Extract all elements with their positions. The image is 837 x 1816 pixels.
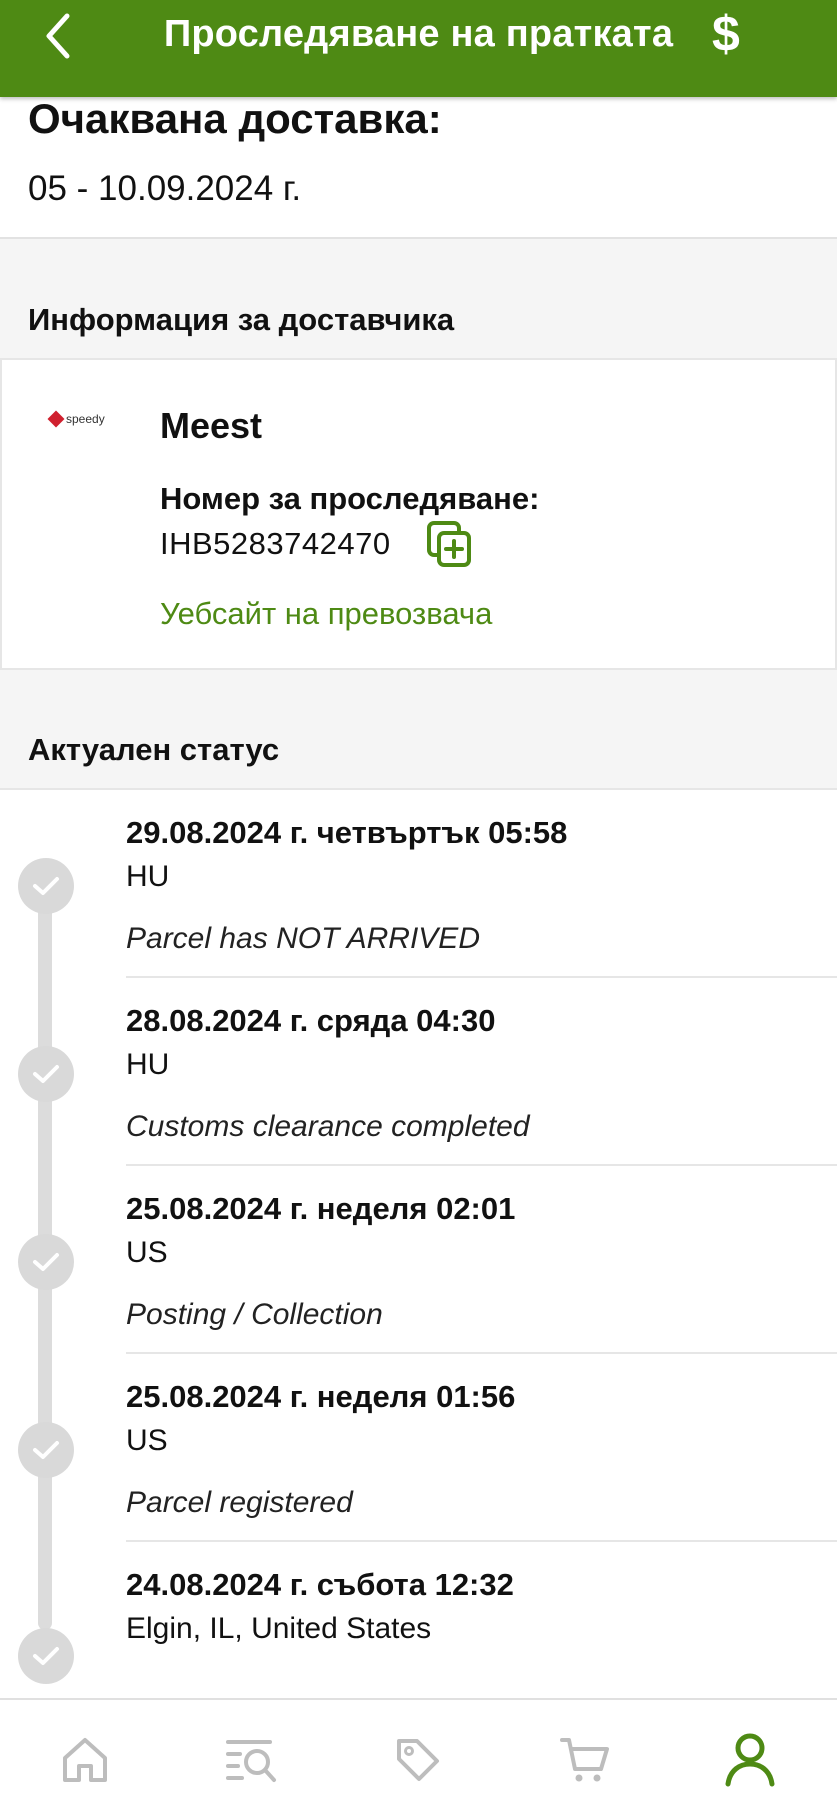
search-list-icon	[226, 1740, 276, 1782]
carrier-logo: speedy	[47, 410, 105, 428]
tracking-number-label: Номер за проследяване:	[160, 481, 540, 516]
timeline-event: 29.08.2024 г. четвъртък 05:58 HU Parcel …	[0, 790, 837, 978]
carrier-section-title: Информация за доставчика	[28, 302, 455, 337]
event-date: 28.08.2024 г. сряда 04:30	[126, 1003, 496, 1038]
carrier-logo-text: speedy	[66, 412, 105, 426]
event-location: HU	[126, 1048, 170, 1081]
copy-button[interactable]	[426, 520, 474, 570]
copy-icon	[427, 521, 471, 567]
event-date: 24.08.2024 г. събота 12:32	[126, 1567, 514, 1602]
timeline-event: 24.08.2024 г. събота 12:32 Elgin, IL, Un…	[0, 1542, 837, 1692]
event-location: US	[126, 1236, 168, 1269]
timeline-event: 28.08.2024 г. сряда 04:30 HU Customs cle…	[0, 978, 837, 1166]
tag-icon	[397, 1739, 439, 1781]
check-icon	[18, 858, 74, 914]
event-date: 29.08.2024 г. четвъртък 05:58	[126, 815, 568, 850]
event-description: Parcel has NOT ARRIVED	[126, 922, 480, 955]
check-icon	[18, 1234, 74, 1290]
nav-cart[interactable]	[555, 1730, 615, 1790]
nav-profile[interactable]	[720, 1730, 780, 1790]
event-description: Parcel registered	[126, 1486, 353, 1519]
home-icon	[63, 1738, 107, 1782]
status-timeline: 29.08.2024 г. четвъртък 05:58 HU Parcel …	[0, 788, 837, 1698]
expected-delivery-card: Очаквана доставка: 05 - 10.09.2024 г.	[0, 95, 837, 239]
nav-deals[interactable]	[388, 1730, 448, 1790]
nav-search[interactable]	[222, 1730, 282, 1790]
timeline-event: 25.08.2024 г. неделя 02:01 US Posting / …	[0, 1166, 837, 1354]
bottom-navigation	[0, 1698, 837, 1816]
status-section-title: Актуален статус	[28, 732, 280, 767]
event-date: 25.08.2024 г. неделя 01:56	[126, 1379, 516, 1414]
nav-home[interactable]	[55, 1730, 115, 1790]
tracking-number: IHB5283742470	[160, 526, 391, 561]
speedy-logo-icon	[47, 410, 65, 428]
event-description: Customs clearance completed	[126, 1110, 530, 1143]
check-icon	[18, 1046, 74, 1102]
event-location: HU	[126, 860, 170, 893]
timeline-event: 25.08.2024 г. неделя 01:56 US Parcel reg…	[0, 1354, 837, 1542]
event-location: US	[126, 1424, 168, 1457]
check-icon	[18, 1628, 74, 1684]
profile-icon	[725, 1733, 775, 1787]
event-location: Elgin, IL, United States	[126, 1612, 432, 1645]
expected-delivery-value: 05 - 10.09.2024 г.	[28, 169, 302, 208]
expected-delivery-label: Очаквана доставка:	[28, 95, 442, 142]
carrier-name: Meest	[160, 405, 263, 446]
app-header: Проследяване на пратката $	[0, 0, 837, 97]
carrier-card: speedy Meest Номер за проследяване: IHB5…	[0, 358, 837, 670]
event-date: 25.08.2024 г. неделя 02:01	[126, 1191, 516, 1226]
check-icon	[18, 1422, 74, 1478]
dollar-icon[interactable]: $	[712, 4, 740, 64]
event-description: Posting / Collection	[126, 1298, 383, 1331]
carrier-website-link[interactable]: Уебсайт на превозвача	[160, 594, 492, 634]
cart-icon	[560, 1738, 609, 1782]
